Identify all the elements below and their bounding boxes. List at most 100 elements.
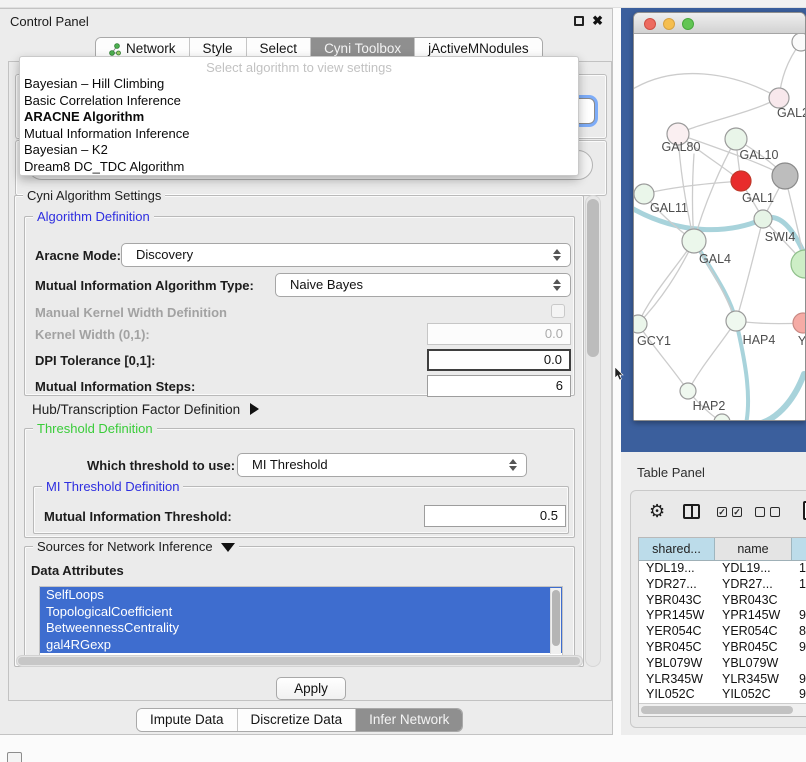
- hub-factor-label: Hub/Transcription Factor Definition: [32, 402, 240, 417]
- algorithm-option[interactable]: Mutual Information Inference: [20, 126, 578, 143]
- minimized-panel-icon[interactable]: [7, 752, 22, 762]
- zoom-traffic-light-icon[interactable]: [682, 18, 694, 30]
- node-label: HAP4: [743, 333, 776, 347]
- table-cell: YBL079W: [639, 656, 715, 672]
- table-horizontal-scrollbar[interactable]: [639, 703, 806, 716]
- table-row[interactable]: YER054CYER054C8.: [639, 624, 806, 640]
- column-header[interactable]: name: [715, 538, 792, 560]
- close-icon[interactable]: ✖: [592, 13, 603, 29]
- hub-factor-expander[interactable]: Hub/Transcription Factor Definition: [32, 402, 259, 417]
- manual-kernel-checkbox[interactable]: [551, 304, 565, 318]
- which-threshold-combo[interactable]: MI Threshold: [237, 453, 527, 477]
- aracne-mode-combo[interactable]: Discovery: [121, 243, 571, 267]
- checked-checkbox-icon[interactable]: ✓: [717, 507, 727, 517]
- checked-checkbox-icon[interactable]: ✓: [732, 507, 742, 517]
- node-label: HAP2: [693, 399, 726, 413]
- network-edge[interactable]: [694, 139, 736, 241]
- close-traffic-light-icon[interactable]: [644, 18, 656, 30]
- table-row[interactable]: YBL079WYBL079W: [639, 656, 806, 672]
- mi-threshold-group: MI Threshold Definition Mutual Informati…: [33, 486, 569, 534]
- network-node-HAP2[interactable]: [680, 383, 696, 399]
- columns-icon[interactable]: [683, 504, 700, 519]
- algorithm-option[interactable]: Dream8 DC_TDC Algorithm: [20, 159, 578, 176]
- network-node-salmon-node[interactable]: [793, 313, 805, 333]
- network-node-top-arc[interactable]: [792, 34, 805, 51]
- network-node-gray-node[interactable]: [772, 163, 798, 189]
- tab-label: Infer Network: [369, 709, 449, 731]
- threshold-definition-title: Threshold Definition: [33, 421, 157, 436]
- network-node-GCY1[interactable]: [634, 315, 647, 333]
- scrollbar-thumb[interactable]: [641, 706, 793, 714]
- node-attribute-table[interactable]: shared...nameA YDL19...YDL19...13YDR27..…: [638, 537, 806, 717]
- data-attribute-item[interactable]: gal4RGexp: [40, 637, 562, 654]
- float-window-icon[interactable]: [574, 16, 584, 26]
- mi-threshold-label: Mutual Information Threshold:: [44, 509, 232, 524]
- network-node-bottom-node[interactable]: [714, 414, 730, 420]
- algorithm-option[interactable]: ARACNE Algorithm: [20, 109, 578, 126]
- minimize-traffic-light-icon[interactable]: [663, 18, 675, 30]
- data-attribute-item[interactable]: BetweennessCentrality: [40, 620, 562, 637]
- network-node-HAP4[interactable]: [726, 311, 746, 331]
- attributes-scrollbar[interactable]: [550, 588, 561, 654]
- network-canvas[interactable]: GAL2GAL80GAL10GAL1GAL11SWI4GAL4GCY1HAP4Y…: [634, 34, 805, 420]
- table-row[interactable]: YPR145WYPR145W9.: [639, 608, 806, 624]
- table-row[interactable]: YDL19...YDL19...13: [639, 561, 806, 577]
- data-attribute-item[interactable]: TopologicalCoefficient: [40, 604, 562, 621]
- table-row[interactable]: YBR043CYBR043C: [639, 593, 806, 609]
- table-panel: ⚙ ✓ ✓ shared...nameA YDL19...YDL19...13Y…: [630, 490, 806, 728]
- kernel-width-label: Kernel Width (0,1):: [35, 327, 150, 342]
- network-edge[interactable]: [736, 219, 763, 321]
- table-row[interactable]: YIL052CYIL052C9.: [639, 687, 806, 703]
- mi-threshold-field[interactable]: 0.5: [424, 505, 566, 527]
- cyni-toolbox-content: gal-filtered.sif default node Select alg…: [8, 61, 612, 701]
- column-header[interactable]: A: [792, 538, 806, 560]
- bottom-tab-discretize-data[interactable]: Discretize Data: [237, 709, 356, 731]
- network-node-GAL2[interactable]: [769, 88, 789, 108]
- bottom-tab-impute-data[interactable]: Impute Data: [137, 709, 237, 731]
- apply-button[interactable]: Apply: [276, 677, 346, 700]
- algorithm-option[interactable]: Bayesian – Hill Climbing: [20, 76, 578, 93]
- data-attribute-item[interactable]: SelfLoops: [40, 587, 562, 604]
- table-toolbar: ⚙ ✓ ✓: [631, 491, 806, 535]
- algorithm-list: Bayesian – Hill ClimbingBasic Correlatio…: [20, 76, 578, 175]
- table-cell: YLR345W: [715, 672, 792, 688]
- table-row[interactable]: YLR345WYLR345W9.: [639, 672, 806, 688]
- network-edge[interactable]: [634, 74, 779, 98]
- algorithm-option[interactable]: Basic Correlation Inference: [20, 93, 578, 110]
- network-window-titlebar[interactable]: [634, 13, 805, 34]
- spinner-arrows-icon: [509, 457, 518, 473]
- scrollbar-thumb[interactable]: [18, 657, 580, 665]
- network-edge[interactable]: [638, 241, 694, 324]
- scrollbar-thumb[interactable]: [552, 590, 560, 646]
- unchecked-checkbox-icon[interactable]: [770, 507, 780, 517]
- network-edge[interactable]: [678, 98, 779, 134]
- table-row[interactable]: YBR045CYBR045C9.: [639, 640, 806, 656]
- tab-label: Impute Data: [150, 709, 224, 731]
- unchecked-checkbox-icon[interactable]: [755, 507, 765, 517]
- table-row[interactable]: YDR27...YDR27...12: [639, 577, 806, 593]
- bottom-tab-infer-network[interactable]: Infer Network: [355, 709, 462, 731]
- network-node-GAL1[interactable]: [754, 210, 772, 228]
- algorithm-option[interactable]: Bayesian – K2: [20, 142, 578, 159]
- network-edge[interactable]: [746, 374, 804, 420]
- mi-type-combo[interactable]: Naive Bayes: [275, 273, 571, 297]
- mi-steps-field[interactable]: 6: [427, 375, 571, 397]
- data-attributes-list[interactable]: SelfLoopsTopologicalCoefficientBetweenne…: [39, 586, 563, 656]
- settings-vertical-scrollbar[interactable]: [585, 195, 601, 667]
- network-node-red-node[interactable]: [731, 171, 751, 191]
- network-node-SWI4[interactable]: [791, 250, 805, 278]
- gear-icon[interactable]: ⚙: [649, 501, 665, 522]
- node-label: GAL2: [777, 106, 805, 120]
- column-header[interactable]: shared...: [639, 538, 715, 560]
- node-label: GAL1: [742, 191, 774, 205]
- table-cell: 8.: [792, 624, 806, 640]
- kernel-width-field[interactable]: 0.0: [427, 323, 571, 345]
- algorithm-definition-group: Algorithm Definition Aracne Mode: Discov…: [24, 216, 575, 396]
- settings-horizontal-scrollbar[interactable]: [16, 655, 583, 667]
- network-edge[interactable]: [693, 154, 695, 241]
- network-node-GAL4[interactable]: [682, 229, 706, 253]
- scrollbar-thumb[interactable]: [587, 199, 599, 357]
- network-node-GAL10[interactable]: [725, 128, 747, 150]
- dpi-tolerance-field[interactable]: 0.0: [427, 349, 571, 371]
- network-edge[interactable]: [688, 321, 736, 391]
